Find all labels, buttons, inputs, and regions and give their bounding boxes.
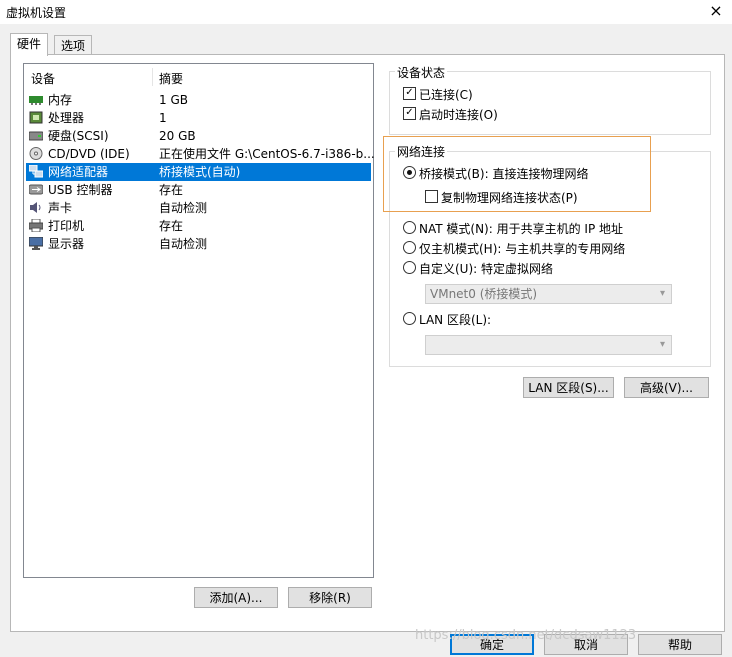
nat-label[interactable]: NAT 模式(N): 用于共享主机的 IP 地址 bbox=[419, 220, 623, 237]
device-summary: 存在 bbox=[159, 183, 184, 197]
host-only-label[interactable]: 仅主机模式(H): 与主机共享的专用网络 bbox=[419, 240, 625, 257]
display-icon bbox=[28, 236, 44, 250]
title-bar bbox=[0, 0, 732, 24]
advanced-button[interactable]: 高级(V)... bbox=[624, 377, 709, 398]
tab-options[interactable]: 选项 bbox=[54, 35, 93, 56]
tab-hardware[interactable]: 硬件 bbox=[10, 33, 49, 56]
device-name: 打印机 bbox=[48, 219, 85, 233]
custom-label[interactable]: 自定义(U): 特定虚拟网络 bbox=[419, 260, 553, 277]
custom-radio[interactable] bbox=[403, 261, 416, 274]
network-adapter-icon bbox=[28, 164, 44, 178]
chevron-down-icon: ▾ bbox=[659, 288, 665, 299]
processor-icon bbox=[29, 111, 43, 124]
device-row-memory[interactable]: 内存 1 GB bbox=[26, 91, 371, 109]
printer-icon bbox=[28, 218, 44, 233]
remove-device-button[interactable]: 移除(R) bbox=[288, 587, 372, 608]
device-list[interactable]: 设备 摘要 内存 1 GB 处理器 1 硬盘(SCSI) 20 GB CD/DV… bbox=[23, 63, 375, 578]
device-name: 声卡 bbox=[48, 201, 73, 215]
host-only-radio[interactable] bbox=[403, 241, 416, 254]
lan-segment-label[interactable]: LAN 区段(L): bbox=[419, 311, 491, 328]
device-name: CD/DVD (IDE) bbox=[48, 147, 130, 161]
sound-card-icon bbox=[29, 201, 43, 214]
device-row-printer[interactable]: 打印机 存在 bbox=[26, 217, 371, 235]
column-divider bbox=[152, 68, 153, 86]
device-name: 处理器 bbox=[48, 111, 85, 125]
nat-radio[interactable] bbox=[403, 221, 416, 234]
cd-dvd-icon bbox=[29, 147, 43, 160]
device-summary: 自动检测 bbox=[159, 201, 208, 215]
connect-at-power-on-label[interactable]: 启动时连接(O) bbox=[419, 106, 498, 123]
custom-network-select[interactable]: VMnet0 (桥接模式) ▾ bbox=[425, 284, 672, 304]
device-summary: 20 GB bbox=[159, 129, 196, 143]
device-name: 网络适配器 bbox=[48, 165, 109, 179]
watermark: https://blog.csdn.net/dcdsaw1123 bbox=[415, 628, 637, 643]
chevron-down-icon: ▾ bbox=[659, 339, 665, 350]
device-row-sound-card[interactable]: 声卡 自动检测 bbox=[26, 199, 371, 217]
usb-icon bbox=[28, 183, 44, 196]
device-row-processor[interactable]: 处理器 1 bbox=[26, 109, 371, 127]
window-title: 虚拟机设置 bbox=[6, 6, 67, 20]
connected-checkbox[interactable]: ✓ bbox=[403, 87, 416, 100]
device-row-display[interactable]: 显示器 自动检测 bbox=[26, 235, 371, 253]
column-header-device[interactable]: 设备 bbox=[31, 70, 55, 87]
memory-icon bbox=[29, 93, 43, 106]
connect-at-power-on-checkbox[interactable]: ✓ bbox=[403, 107, 416, 120]
device-summary: 自动检测 bbox=[159, 237, 208, 251]
connected-label[interactable]: 已连接(C) bbox=[419, 86, 473, 103]
close-icon[interactable]: × bbox=[700, 0, 732, 24]
device-summary: 1 GB bbox=[159, 93, 188, 107]
device-name: USB 控制器 bbox=[48, 183, 113, 197]
help-button[interactable]: 帮助 bbox=[638, 634, 722, 655]
custom-network-value: VMnet0 (桥接模式) bbox=[430, 287, 538, 301]
add-device-button[interactable]: 添加(A)... bbox=[194, 587, 278, 608]
device-row-harddisk[interactable]: 硬盘(SCSI) 20 GB bbox=[26, 127, 371, 145]
device-row-cd-dvd[interactable]: CD/DVD (IDE) 正在使用文件 G:\CentOS-6.7-i386-b… bbox=[26, 145, 375, 163]
device-summary: 1 bbox=[159, 111, 167, 125]
device-summary: 存在 bbox=[159, 219, 184, 233]
device-summary: 桥接模式(自动) bbox=[159, 165, 241, 179]
lan-segment-radio[interactable] bbox=[403, 312, 416, 325]
device-name: 硬盘(SCSI) bbox=[48, 129, 109, 143]
device-row-usb-controller[interactable]: USB 控制器 存在 bbox=[26, 181, 371, 199]
column-header-summary[interactable]: 摘要 bbox=[159, 70, 183, 87]
device-summary: 正在使用文件 G:\CentOS-6.7-i386-b... bbox=[159, 147, 375, 161]
device-name: 内存 bbox=[48, 93, 73, 107]
harddisk-icon bbox=[28, 129, 44, 142]
lan-segment-select[interactable]: ▾ bbox=[425, 335, 672, 355]
lan-segments-button[interactable]: LAN 区段(S)... bbox=[523, 377, 614, 398]
bridged-highlight-box bbox=[383, 136, 651, 212]
device-row-network-adapter[interactable]: 网络适配器 桥接模式(自动) bbox=[26, 163, 371, 181]
device-name: 显示器 bbox=[48, 237, 85, 251]
device-status-title: 设备状态 bbox=[395, 64, 448, 81]
